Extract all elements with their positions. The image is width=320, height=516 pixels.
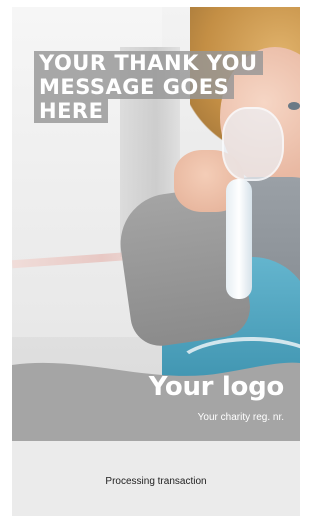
- thank-you-headline: YOUR THANK YOU MESSAGE GOES HERE: [34, 51, 284, 123]
- headline-line-1: YOUR THANK YOU: [34, 51, 263, 75]
- nebulizer-tube: [226, 179, 252, 299]
- thank-you-card: YOUR THANK YOU MESSAGE GOES HERE Your lo…: [12, 7, 300, 516]
- headline-line-3: HERE: [34, 99, 109, 123]
- headline-line-2: MESSAGE GOES: [34, 75, 235, 99]
- hero-photo: YOUR THANK YOU MESSAGE GOES HERE Your lo…: [12, 7, 300, 441]
- charity-logo: Your logo: [148, 372, 285, 402]
- processing-status: Processing transaction: [105, 476, 207, 487]
- charity-reg-number: Your charity reg. nr.: [197, 412, 284, 423]
- child-eye: [288, 102, 300, 110]
